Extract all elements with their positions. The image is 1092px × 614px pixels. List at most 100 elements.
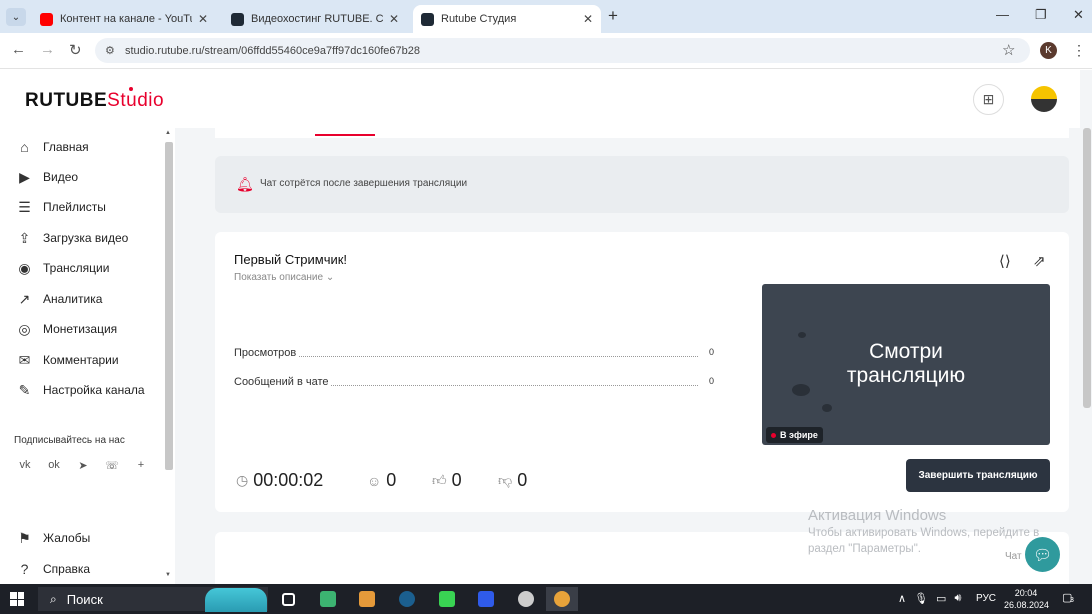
profile-avatar[interactable]: K: [1040, 42, 1057, 59]
app-glyph: [359, 591, 375, 607]
sidebar-item-home[interactable]: ⌂ Главная: [16, 137, 88, 157]
share-icon[interactable]: ⟨⟩: [999, 252, 1011, 270]
tab-search-button[interactable]: ⌄: [6, 8, 26, 26]
live-badge: В эфире: [766, 427, 823, 443]
url-field[interactable]: ⚙ studio.rutube.ru/stream/06ffdd55460ce9…: [95, 38, 1030, 63]
windows-taskbar: ⌕ Поиск ∧ 🎙︎ ▭ 🔊︎ РУС 20:04 26.08.2024 ▢…: [0, 584, 1092, 614]
network-icon[interactable]: ▭: [936, 592, 946, 605]
video-icon: ▶: [19, 168, 30, 185]
notification-count: 3: [1070, 597, 1074, 604]
obs-icon[interactable]: [513, 587, 539, 611]
new-tab-button[interactable]: +: [608, 6, 618, 26]
restore-button[interactable]: ❐: [1035, 7, 1047, 23]
sidebar-item-help[interactable]: ? Справка: [16, 559, 90, 579]
browser-tab-rutube-studio[interactable]: Rutube Студия ✕: [413, 5, 601, 33]
help-icon: ?: [20, 561, 29, 577]
likes-value: 0: [451, 470, 462, 490]
browser-tab-rutube[interactable]: Видеохостинг RUTUBE. Смотрите ✕: [223, 5, 407, 33]
splatter: [822, 404, 832, 412]
app-glyph: [554, 591, 570, 607]
reload-icon[interactable]: ↻: [69, 41, 82, 59]
sidebar-item-label: Видео: [43, 170, 79, 184]
broadcast-icon: ◉: [18, 259, 31, 276]
clock-time: 20:04: [1014, 588, 1038, 598]
dislikes-count: 👎︎ 0: [498, 470, 527, 491]
task-view-icon[interactable]: [275, 587, 301, 611]
app-lime-icon[interactable]: [434, 587, 460, 611]
sidebar-item-playlist[interactable]: ☰ Плейлисты: [16, 197, 106, 217]
sidebar-item-settings-wand[interactable]: ✎ Настройка канала: [16, 380, 145, 400]
open-external-icon[interactable]: ⇗: [1033, 252, 1046, 270]
telegram-icon[interactable]: ➤: [72, 454, 94, 476]
steam-icon[interactable]: [394, 587, 420, 611]
app-orange-icon[interactable]: [354, 587, 380, 611]
app-glyph: [281, 592, 295, 606]
rutube-icon: [231, 12, 244, 26]
close-icon[interactable]: ✕: [583, 12, 593, 26]
show-description-toggle[interactable]: Показать описание ⌄: [234, 272, 334, 283]
sidebar-item-label: Комментарии: [43, 353, 119, 367]
sidebar-item-label: Жалобы: [43, 531, 91, 545]
input-language[interactable]: РУС: [976, 593, 996, 604]
scroll-up-arrow-icon[interactable]: ▲: [165, 130, 171, 136]
sidebar-scrollbar-thumb[interactable]: [165, 142, 173, 470]
tab-title: Контент на канале - YouTube Studio: [60, 13, 192, 25]
back-icon[interactable]: ←: [11, 41, 26, 58]
channel-avatar[interactable]: [1031, 86, 1057, 112]
forward-icon[interactable]: →: [40, 41, 55, 58]
microphone-icon[interactable]: 🎙︎: [914, 592, 928, 605]
vk-icon[interactable]: vk: [14, 454, 36, 476]
thumbs-up-icon: 👍︎: [432, 472, 447, 488]
preview-line1: Смотри: [869, 340, 943, 363]
viber-icon[interactable]: ☏: [101, 454, 123, 476]
search-highlight-image: [205, 588, 267, 612]
preview-line2: трансляцию: [846, 364, 966, 387]
browser-tab-youtube-studio[interactable]: Контент на канале - YouTube Studio ✕: [32, 5, 216, 33]
chevron-up-icon[interactable]: ∧: [898, 592, 906, 605]
thumbs-down-icon: 👎︎: [498, 472, 513, 488]
sidebar-item-video[interactable]: ▶ Видео: [16, 167, 78, 187]
url-text: studio.rutube.ru/stream/06ffdd55460ce9a7…: [125, 44, 420, 57]
more-icon[interactable]: +: [130, 454, 152, 476]
site-settings-icon[interactable]: ⚙: [105, 44, 115, 57]
minimize-button[interactable]: —: [996, 7, 1009, 22]
scroll-down-arrow-icon[interactable]: ▼: [165, 572, 171, 578]
system-tray: ∧ 🎙︎ ▭ 🔊︎: [898, 592, 961, 605]
windows-start-icon[interactable]: [10, 592, 24, 606]
comments-icon: ✉: [18, 351, 31, 368]
chrome-icon[interactable]: [546, 587, 578, 611]
sidebar-item-broadcast[interactable]: ◉ Трансляции: [16, 258, 109, 278]
chat-support-button[interactable]: 💬︎: [1025, 537, 1060, 572]
add-content-button[interactable]: ⊞: [973, 84, 1004, 115]
speaker-icon[interactable]: 🔊︎: [954, 592, 961, 605]
close-icon[interactable]: ✕: [389, 12, 399, 26]
stream-preview[interactable]: Смотри трансляцию В эфире: [762, 284, 1050, 445]
notice-text: Чат сотрётся после завершения трансляции: [260, 178, 468, 189]
analytics-icon: ↗: [18, 290, 31, 307]
app-green-icon[interactable]: [315, 587, 341, 611]
sidebar-item-analytics[interactable]: ↗ Аналитика: [16, 289, 103, 309]
taskbar-clock[interactable]: 20:04 26.08.2024: [1004, 587, 1049, 611]
sidebar-item-upload[interactable]: ⇪ Загрузка видео: [16, 228, 129, 248]
app-glyph: [399, 591, 415, 607]
sidebar-item-complaint-flag[interactable]: ⚑ Жалобы: [16, 528, 90, 548]
viewers-icon: ☺: [367, 472, 382, 489]
settings-wand-icon: ✎: [18, 381, 31, 398]
bookmark-star-icon[interactable]: ☆: [1002, 41, 1015, 59]
logo-studio: Studio: [107, 90, 165, 111]
close-icon[interactable]: ✕: [198, 12, 208, 26]
close-window-button[interactable]: ✕: [1073, 7, 1084, 23]
rutube-studio-logo[interactable]: RUTUBE Studio: [25, 87, 165, 112]
odnoklassniki-icon[interactable]: ok: [43, 454, 65, 476]
sidebar-item-comments[interactable]: ✉ Комментарии: [16, 350, 119, 370]
browser-menu-icon[interactable]: ⋮: [1072, 42, 1086, 59]
sidebar-item-monetization[interactable]: ◎ Монетизация: [16, 319, 117, 339]
dislikes-value: 0: [517, 470, 528, 490]
sidebar-item-label: Настройка канала: [43, 383, 145, 397]
main-scrollbar-thumb[interactable]: [1083, 128, 1091, 408]
windows-activation-line2: раздел "Параметры".: [808, 543, 921, 555]
end-stream-button[interactable]: Завершить трансляцию: [906, 459, 1050, 492]
app-blue-icon[interactable]: [473, 587, 499, 611]
live-label: В эфире: [780, 430, 818, 440]
windows-activation-line1: Чтобы активировать Windows, перейдите в: [808, 527, 1040, 539]
